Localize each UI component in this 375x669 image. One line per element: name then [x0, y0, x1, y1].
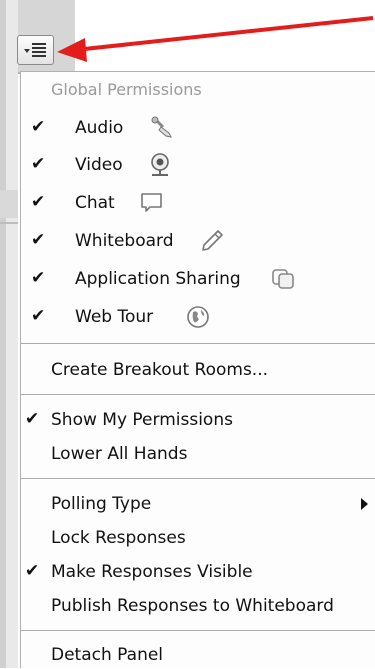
menu-item-label: Application Sharing [75, 269, 241, 289]
check-icon: ✔ [25, 561, 40, 581]
menu-item-audio[interactable]: ✔ Audio [21, 112, 375, 142]
menu-item-label: Polling Type [51, 494, 152, 514]
dropdown-caret-icon [24, 49, 30, 53]
menu-item-publish-responses-to-whiteboard[interactable]: Publish Responses to Whiteboard [21, 590, 375, 620]
left-panel-divider [0, 222, 18, 224]
menu-list-icon [32, 43, 46, 59]
menu-item-label: Show My Permissions [51, 410, 233, 430]
menu-item-label: Lock Responses [51, 528, 186, 548]
menu-item-label: Audio [75, 118, 124, 138]
menu-item-make-responses-visible[interactable]: ✔ Make Responses Visible [21, 556, 375, 586]
options-dropdown-menu: Global Permissions ✔ Audio ✔ Video ✔ Cha… [20, 71, 375, 668]
menu-separator [21, 343, 375, 344]
menu-item-detach-panel[interactable]: Detach Panel [21, 639, 375, 669]
menu-item-show-my-permissions[interactable]: ✔ Show My Permissions [21, 404, 375, 434]
menu-item-label: Whiteboard [75, 231, 174, 251]
check-icon: ✔ [31, 230, 46, 250]
menu-item-lock-responses[interactable]: Lock Responses [21, 522, 375, 552]
menu-item-application-sharing[interactable]: ✔ Application Sharing [21, 263, 375, 293]
menu-item-label: Video [75, 155, 123, 175]
menu-separator [21, 630, 375, 631]
menu-item-label: Chat [75, 193, 115, 213]
globe-icon [187, 306, 209, 328]
red-arrow-annotation [57, 16, 374, 62]
check-icon: ✔ [31, 117, 46, 137]
options-menu-button[interactable] [17, 35, 54, 65]
check-icon: ✔ [31, 154, 46, 174]
menu-item-whiteboard[interactable]: ✔ Whiteboard [21, 225, 375, 255]
mic-pen-icon [151, 116, 172, 138]
menu-item-web-tour[interactable]: ✔ Web Tour [21, 301, 375, 331]
check-icon: ✔ [25, 409, 40, 429]
chat-bubble-icon [141, 193, 162, 212]
pencil-icon [202, 230, 223, 251]
menu-item-lower-all-hands[interactable]: Lower All Hands [21, 438, 375, 468]
menu-item-label: Detach Panel [51, 645, 164, 665]
menu-item-label: Lower All Hands [51, 444, 188, 464]
check-icon: ✔ [31, 306, 46, 326]
check-icon: ✔ [31, 192, 46, 212]
menu-item-label: Publish Responses to Whiteboard [51, 596, 334, 616]
menu-separator [21, 394, 375, 395]
menu-separator [21, 478, 375, 479]
menu-item-label: Web Tour [75, 307, 154, 327]
app-sharing-icon [272, 269, 294, 289]
menu-item-create-breakout-rooms[interactable]: Create Breakout Rooms... [21, 354, 375, 384]
left-window-border [0, 0, 6, 668]
menu-item-label: Create Breakout Rooms... [51, 360, 269, 380]
menu-item-polling-type[interactable]: Polling Type [21, 488, 375, 518]
check-icon: ✔ [31, 268, 46, 288]
menu-item-label: Make Responses Visible [51, 562, 253, 582]
menu-item-chat[interactable]: ✔ Chat [21, 187, 375, 217]
webcam-icon [151, 153, 169, 176]
menu-item-video[interactable]: ✔ Video [21, 149, 375, 179]
global-permissions-header: Global Permissions [51, 80, 202, 99]
left-panel-strip [0, 190, 18, 218]
submenu-arrow-icon [361, 498, 368, 510]
